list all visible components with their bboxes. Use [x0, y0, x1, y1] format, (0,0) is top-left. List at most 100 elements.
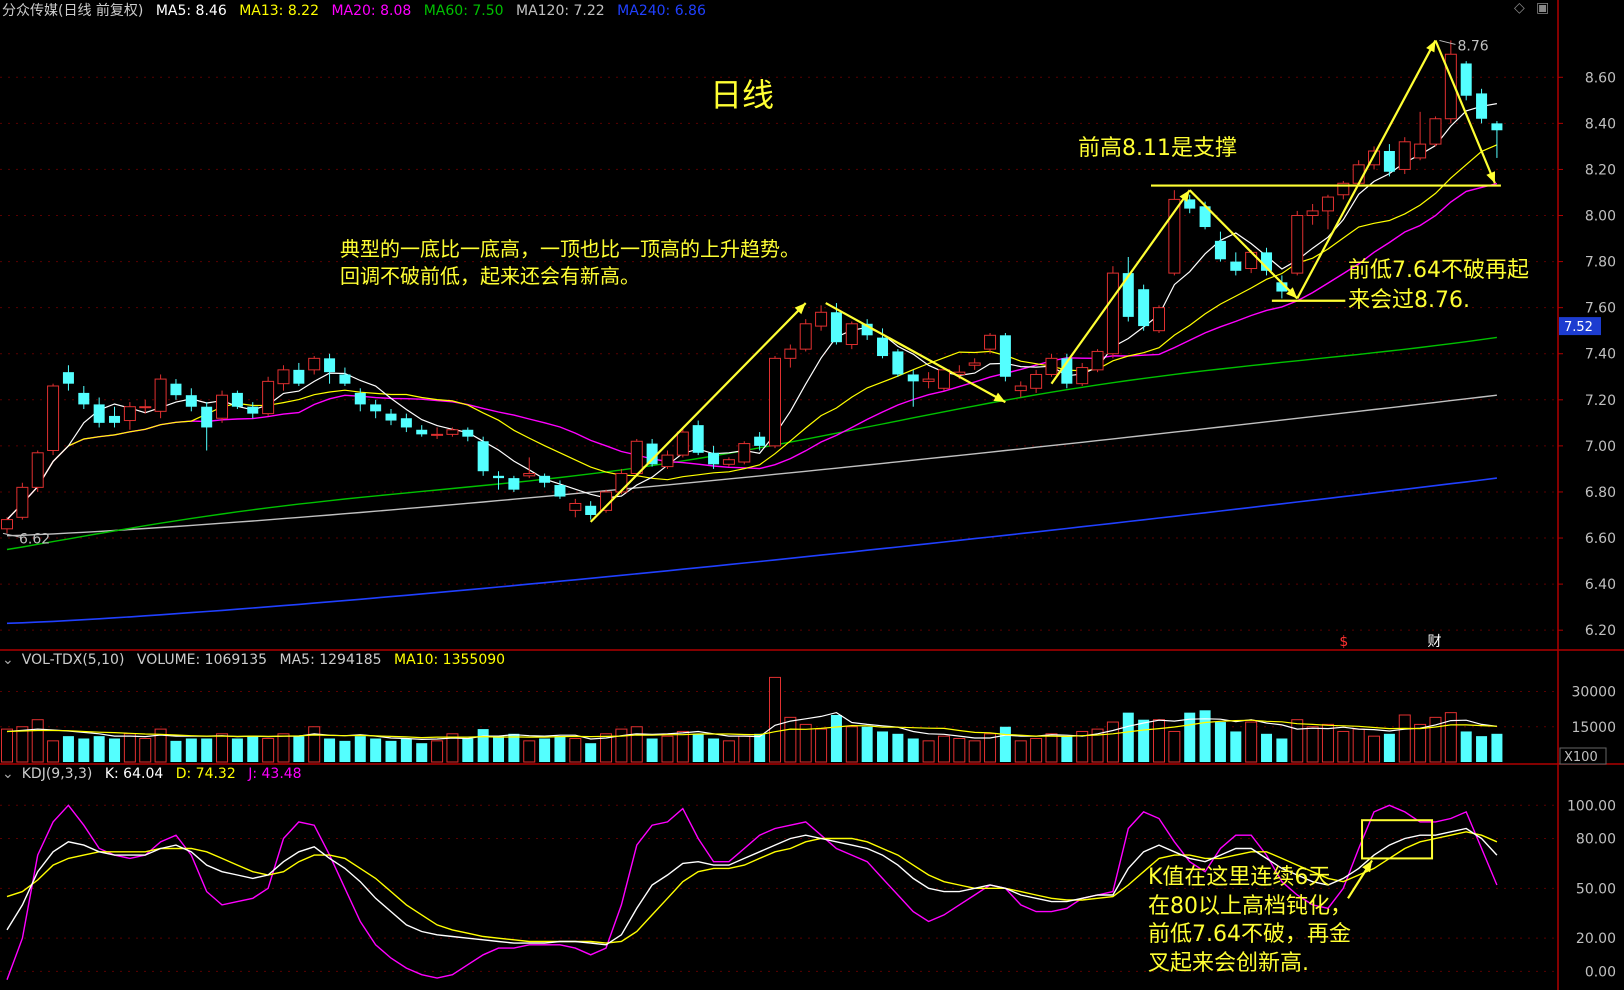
price-tick-label: 8.00	[1585, 209, 1616, 225]
candle-body	[877, 337, 889, 357]
diamond-icon[interactable]: ◇	[1514, 0, 1525, 16]
volume-bar	[754, 733, 766, 762]
candle-body	[892, 351, 904, 375]
volume-bar	[1383, 733, 1395, 762]
candle-body	[139, 406, 152, 409]
volume-bar	[630, 726, 643, 763]
low-price-label: 6.62	[19, 531, 50, 547]
support-note: 前高8.11是支撑	[1078, 136, 1237, 161]
kdj-note-line4: 叉起来会创新高.	[1148, 950, 1309, 976]
volume-bar	[16, 726, 29, 763]
candle-body	[630, 440, 643, 475]
volume-indicator-name[interactable]: VOL-TDX(5,10)	[22, 652, 125, 668]
volume-bar	[508, 733, 520, 762]
candle-body	[1106, 272, 1119, 355]
volume-bar	[1014, 740, 1027, 763]
window-toggle-icon[interactable]: ▣	[1536, 0, 1549, 16]
price-tick-label: 6.80	[1585, 485, 1616, 501]
candle-body	[569, 502, 582, 511]
price-tick-label: 7.20	[1585, 393, 1616, 409]
stock-title[interactable]: 分众传媒(日线 前复权)	[2, 3, 143, 19]
volume-bar	[692, 733, 704, 762]
volume-bar	[1199, 710, 1211, 762]
volume-bar	[799, 723, 812, 763]
volume-bar	[247, 736, 259, 762]
kdj-tick-label: 20.00	[1576, 931, 1616, 947]
volume-bar	[1230, 731, 1242, 762]
volume-bar	[968, 740, 981, 763]
candle-body	[1321, 196, 1334, 212]
candle-body	[554, 485, 566, 497]
candle-body	[201, 406, 213, 428]
price-tick-label: 6.60	[1585, 531, 1616, 547]
candle-body	[692, 425, 704, 453]
candle-body	[539, 475, 551, 483]
volume-bar	[922, 740, 935, 763]
candle-body	[62, 372, 74, 384]
volume-bar	[1398, 714, 1411, 763]
chart-canvas[interactable]: 8.60 8.40 8.20 8.00 7.80 7.60 7.40 7.20 7.00 6.80…	[0, 0, 1624, 990]
volume-dropdown-icon[interactable]: ⌄	[2, 652, 14, 668]
candle-body	[185, 395, 197, 407]
volume-bar	[308, 726, 321, 763]
candle-body	[354, 392, 366, 405]
kdj-k-value: K: 64.04	[104, 766, 164, 782]
candle-body	[585, 505, 597, 515]
volume-bar	[31, 719, 44, 763]
volume-bar	[385, 740, 397, 762]
candle-body	[109, 415, 121, 423]
volume-bar	[78, 738, 90, 762]
volume-bar	[877, 731, 889, 762]
volume-bar	[892, 733, 904, 762]
legend-ma120: MA120: 7.22	[515, 3, 605, 19]
candle-body	[922, 378, 935, 382]
candle-body	[1, 519, 13, 530]
volume-bar	[1368, 735, 1381, 763]
candle-body	[1122, 273, 1134, 317]
candle-body	[907, 374, 919, 382]
volume-bar	[62, 736, 74, 762]
trend-note-line1: 典型的一底比一底高，一顶也比一顶高的上升趋势。	[340, 237, 800, 261]
candle-body	[385, 413, 397, 421]
volume-bar	[262, 738, 275, 763]
volume-bar	[1168, 730, 1181, 763]
candle-body	[1230, 261, 1242, 271]
candle-body	[493, 475, 505, 479]
candle-body	[431, 433, 444, 436]
kdj-note-line3: 前低7.64不破，再金	[1148, 922, 1351, 948]
candle-body	[738, 443, 751, 463]
kdj-tick-label: 80.00	[1576, 831, 1616, 847]
candle-body	[1014, 385, 1027, 392]
volume-bar	[1291, 719, 1304, 763]
kdj-dropdown-icon[interactable]: ⌄	[2, 766, 14, 782]
volume-bar	[1245, 721, 1258, 763]
volume-bar	[370, 738, 382, 762]
kdj-note-line1: K值在这里连续6天	[1148, 865, 1331, 890]
current-price-label: 7.52	[1564, 320, 1593, 335]
volume-bar	[201, 738, 213, 762]
candle-body	[999, 335, 1011, 377]
volume-bar	[1030, 738, 1043, 763]
volume-bar	[523, 740, 536, 763]
price-tick-label: 8.60	[1585, 70, 1616, 86]
kdj-indicator-name[interactable]: KDJ(9,3,3)	[22, 766, 93, 782]
candle-body	[231, 392, 243, 407]
candle-body	[247, 406, 259, 414]
candle-body	[523, 473, 536, 477]
legend-ma240: MA240: 6.86	[617, 3, 706, 19]
candle-body	[1214, 240, 1226, 260]
kdj-tick-label: 100.00	[1567, 798, 1616, 814]
volume-bar	[231, 738, 243, 762]
event-marker-finance: 财	[1427, 634, 1441, 650]
volume-ma10-line	[6, 719, 1497, 739]
volume-bar	[861, 726, 873, 762]
candle-body	[370, 404, 382, 412]
candle-body	[815, 311, 828, 327]
volume-bar	[1153, 719, 1165, 763]
candle-body	[769, 357, 781, 447]
candle-body	[1291, 215, 1304, 274]
volume-value: VOLUME: 1069135	[136, 652, 268, 668]
price-tick-label: 7.80	[1585, 255, 1616, 271]
volume-tick-label: 30000	[1571, 685, 1616, 701]
candle-body	[1076, 367, 1089, 385]
